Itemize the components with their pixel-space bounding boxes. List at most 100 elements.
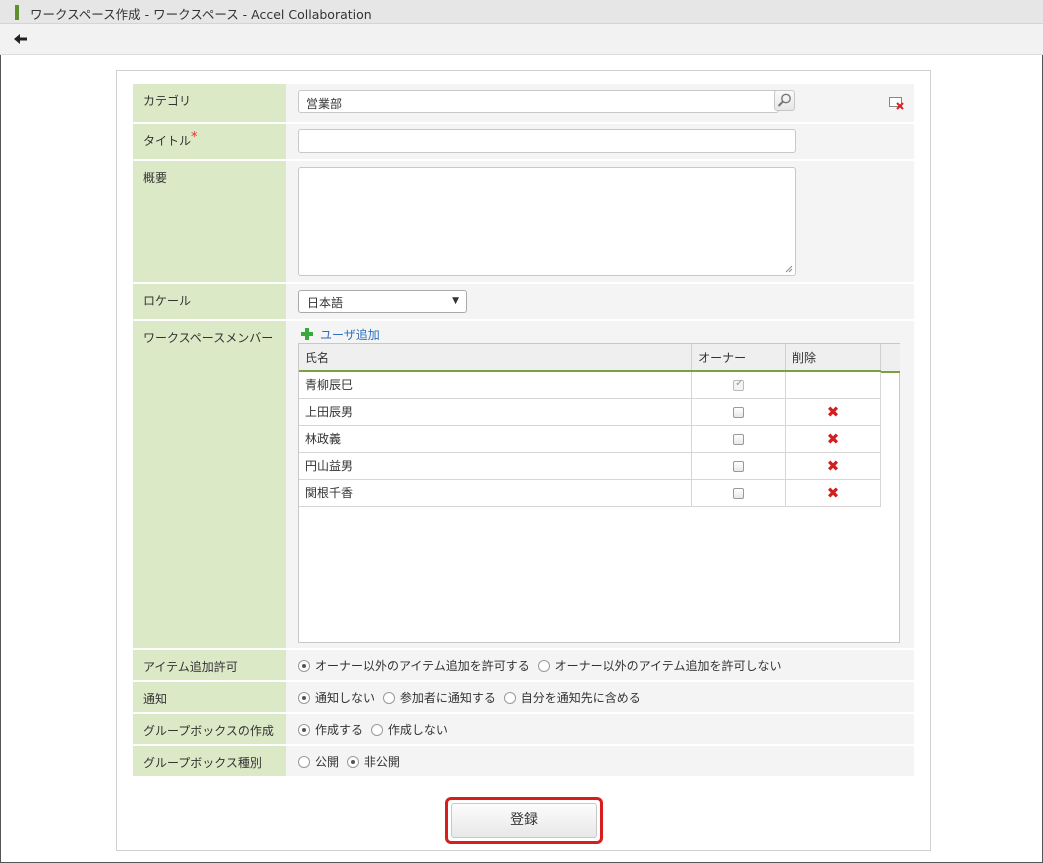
notification-radios: 通知しない 参加者に通知する 自分を通知先に含める (298, 689, 645, 706)
locale-selected: 日本語 (307, 296, 344, 310)
row-category: カテゴリ 営業部 (133, 84, 914, 122)
summary-textarea[interactable] (298, 167, 796, 276)
table-row: 関根千香 ✖ (299, 479, 881, 507)
groupbox-create-no[interactable]: 作成しない (370, 721, 448, 738)
category-search-button[interactable] (774, 90, 795, 111)
red-x-icon[interactable]: ✖ (827, 430, 840, 448)
member-name: 関根千香 (299, 479, 693, 507)
radio-button[interactable] (298, 660, 310, 672)
row-item-permission: アイテム追加許可 オーナー以外のアイテム追加を許可する オーナー以外のアイテム追… (133, 650, 914, 680)
groupbox-type-public[interactable]: 公開 (298, 753, 339, 770)
groupbox-create-radios: 作成する 作成しない (298, 721, 452, 738)
row-groupbox-create: グループボックスの作成 作成する 作成しない (133, 714, 914, 744)
col-owner[interactable]: オーナー (691, 344, 787, 372)
members-label: ワークスペースメンバー (133, 321, 286, 648)
member-name: 青柳辰巳 (299, 371, 693, 399)
groupbox-type-private[interactable]: 非公開 (346, 753, 400, 770)
radio-button[interactable] (382, 692, 395, 704)
member-table: 氏名 オーナー 削除 青柳辰巳 上田辰男 ✖ (299, 344, 881, 507)
required-mark: * (191, 130, 198, 145)
add-user-label: ユーザ追加 (320, 328, 380, 342)
row-groupbox-type: グループボックス種別 公開 非公開 (133, 746, 914, 776)
member-name: 林政義 (299, 425, 693, 453)
title-label: タイトル* (133, 124, 286, 159)
delete-cell: ✖ (785, 425, 881, 453)
owner-checkbox[interactable] (733, 433, 745, 445)
option-label: 公開 (315, 755, 340, 769)
title-input[interactable] (298, 129, 796, 153)
category-input[interactable]: 営業部 (298, 90, 779, 113)
groupbox-type-label: グループボックス種別 (133, 746, 286, 776)
owner-cell (691, 479, 787, 507)
radio-button[interactable] (370, 724, 383, 736)
radio-button[interactable] (537, 660, 550, 672)
add-user-link[interactable]: ユーザ追加 (300, 325, 380, 343)
owner-checkbox[interactable] (733, 460, 745, 472)
radio-button[interactable] (298, 724, 310, 736)
owner-cell (691, 398, 787, 426)
red-x-icon[interactable]: ✖ (827, 484, 840, 502)
table-row: 上田辰男 ✖ (299, 398, 881, 426)
row-notification: 通知 通知しない 参加者に通知する 自分を通知先に含める (133, 682, 914, 712)
summary-label: 概要 (133, 161, 286, 282)
toolbar (0, 24, 1043, 55)
locale-select[interactable]: 日本語 ▼ (298, 290, 467, 313)
submit-highlight: 登録 (445, 797, 603, 844)
radio-button[interactable] (298, 756, 310, 768)
member-name: 円山益男 (299, 452, 693, 480)
notify-none[interactable]: 通知しない (298, 689, 375, 706)
owner-cell (691, 371, 787, 399)
row-locale: ロケール 日本語 ▼ (133, 284, 914, 319)
table-header-spacer (881, 344, 900, 373)
item-permission-radios: オーナー以外のアイテム追加を許可する オーナー以外のアイテム追加を許可しない (298, 657, 785, 674)
notify-participants[interactable]: 参加者に通知する (382, 689, 496, 706)
window-title: ワークスペース作成 - ワークスペース - Accel Collaboratio… (30, 7, 372, 22)
row-summary: 概要 (133, 161, 914, 282)
delete-cell: ✖ (785, 398, 881, 426)
option-label: 非公開 (363, 755, 400, 769)
col-delete[interactable]: 削除 (785, 344, 881, 372)
member-name: 上田辰男 (299, 398, 693, 426)
owner-cell (691, 452, 787, 480)
delete-cell (785, 371, 881, 399)
red-x-icon[interactable]: ✖ (827, 403, 840, 421)
table-row: 青柳辰巳 (299, 371, 881, 399)
item-permission-deny[interactable]: オーナー以外のアイテム追加を許可しない (537, 657, 782, 674)
notification-label: 通知 (133, 682, 286, 712)
option-label: 作成しない (387, 723, 448, 737)
owner-checkbox[interactable] (733, 487, 745, 499)
submit-button[interactable]: 登録 (451, 803, 597, 838)
row-members: ワークスペースメンバー ユーザ追加 氏名 オーナー 削除 青柳辰巳 ✓ 上田辰男… (133, 321, 914, 648)
option-label: 参加者に通知する (399, 691, 496, 705)
category-label: カテゴリ (133, 84, 286, 122)
radio-button[interactable] (298, 692, 310, 704)
title-label-text: タイトル (143, 134, 192, 148)
clear-icon[interactable] (889, 97, 905, 110)
radio-button[interactable] (503, 692, 516, 704)
option-label: オーナー以外のアイテム追加を許可する (315, 659, 530, 673)
row-title: タイトル* (133, 124, 914, 159)
col-name[interactable]: 氏名 (299, 344, 693, 372)
groupbox-create-yes[interactable]: 作成する (298, 721, 363, 738)
item-permission-label: アイテム追加許可 (133, 650, 286, 680)
resize-grip-icon[interactable] (785, 265, 793, 273)
owner-checkbox[interactable] (733, 406, 745, 418)
groupbox-create-label: グループボックスの作成 (133, 714, 286, 744)
item-permission-allow[interactable]: オーナー以外のアイテム追加を許可する (298, 657, 530, 674)
option-label: 自分を通知先に含める (520, 691, 641, 705)
title-bar: ワークスペース作成 - ワークスペース - Accel Collaboratio… (0, 0, 1043, 24)
red-x-icon[interactable]: ✖ (827, 457, 840, 475)
dropdown-arrow-icon: ▼ (452, 296, 459, 306)
back-arrow-icon[interactable] (10, 30, 30, 48)
table-row: 林政義 ✖ (299, 425, 881, 453)
app-mark-icon (15, 5, 19, 20)
member-table-container: 氏名 オーナー 削除 青柳辰巳 上田辰男 ✖ (298, 343, 900, 643)
option-label: オーナー以外のアイテム追加を許可しない (554, 659, 782, 673)
notify-include-self[interactable]: 自分を通知先に含める (503, 689, 641, 706)
locale-label: ロケール (133, 284, 286, 319)
owner-checkbox (733, 378, 745, 391)
workspace-form: カテゴリ 営業部 タイトル* 概要 ロケール 日本語 ▼ ワークスペースメンバー (116, 70, 931, 851)
delete-cell: ✖ (785, 452, 881, 480)
radio-button[interactable] (346, 756, 359, 768)
groupbox-type-radios: 公開 非公開 (298, 753, 404, 770)
